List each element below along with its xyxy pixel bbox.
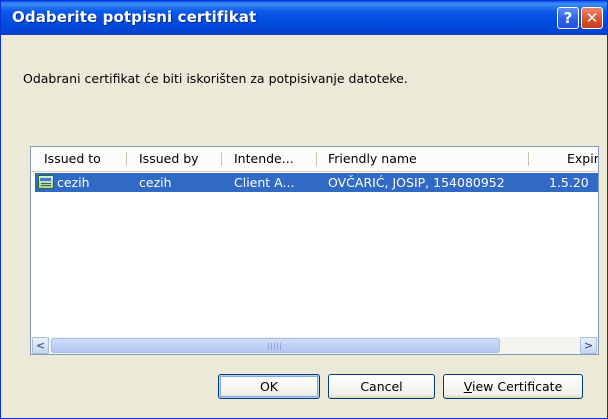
column-header-intended-purposes[interactable]: Intende... xyxy=(234,147,294,171)
scroll-left-button[interactable]: < xyxy=(32,337,49,354)
column-header-issued-to[interactable]: Issued to xyxy=(44,147,101,171)
column-header-friendly-name[interactable]: Friendly name xyxy=(328,147,417,171)
column-divider[interactable] xyxy=(221,152,222,166)
cancel-button[interactable]: Cancel xyxy=(328,374,435,399)
view-certificate-button[interactable]: View Certificate xyxy=(443,374,583,399)
help-button[interactable]: ? xyxy=(557,7,579,29)
cell-expiration: 1.5.20 xyxy=(549,175,589,190)
certificate-dialog: Odaberite potpisni certifikat ? ✕ Odabra… xyxy=(0,0,608,419)
chevron-right-icon: > xyxy=(583,339,594,352)
column-divider[interactable] xyxy=(316,152,317,166)
view-certificate-label: iew Certificate xyxy=(471,379,563,394)
cell-issued-to: cezih xyxy=(57,175,90,190)
dialog-title: Odaberite potpisni certifikat xyxy=(12,8,257,26)
horizontal-scrollbar[interactable]: < > xyxy=(31,337,598,354)
title-bar[interactable]: Odaberite potpisni certifikat ? ✕ xyxy=(1,1,607,35)
column-header-expiration[interactable]: Expira xyxy=(567,147,598,171)
column-header-issued-by[interactable]: Issued by xyxy=(139,147,199,171)
column-divider[interactable] xyxy=(528,152,529,166)
list-header: Issued to Issued by Intende... Friendly … xyxy=(31,147,598,172)
dialog-description: Odabrani certifikat će biti iskorišten z… xyxy=(23,71,408,86)
help-icon: ? xyxy=(563,9,573,27)
certificate-list[interactable]: Issued to Issued by Intende... Friendly … xyxy=(30,146,599,355)
cell-intended-purposes: Client A... xyxy=(234,175,295,190)
grip-icon xyxy=(268,343,282,350)
chevron-left-icon: < xyxy=(35,339,46,352)
certificate-icon xyxy=(38,175,54,189)
cell-friendly-name: OVČARIĆ, JOSIP, 154080952 xyxy=(328,175,505,190)
table-row-selected[interactable]: cezih cezih Client A... OVČARIĆ, JOSIP, … xyxy=(35,173,598,192)
view-certificate-hotkey: V xyxy=(463,379,472,394)
scroll-right-button[interactable]: > xyxy=(580,337,597,354)
scrollbar-thumb[interactable] xyxy=(51,338,500,353)
close-button[interactable]: ✕ xyxy=(581,7,603,29)
ok-button[interactable]: OK xyxy=(218,374,320,399)
column-divider[interactable] xyxy=(126,152,127,166)
close-icon: ✕ xyxy=(585,9,599,27)
cell-issued-by: cezih xyxy=(139,175,172,190)
